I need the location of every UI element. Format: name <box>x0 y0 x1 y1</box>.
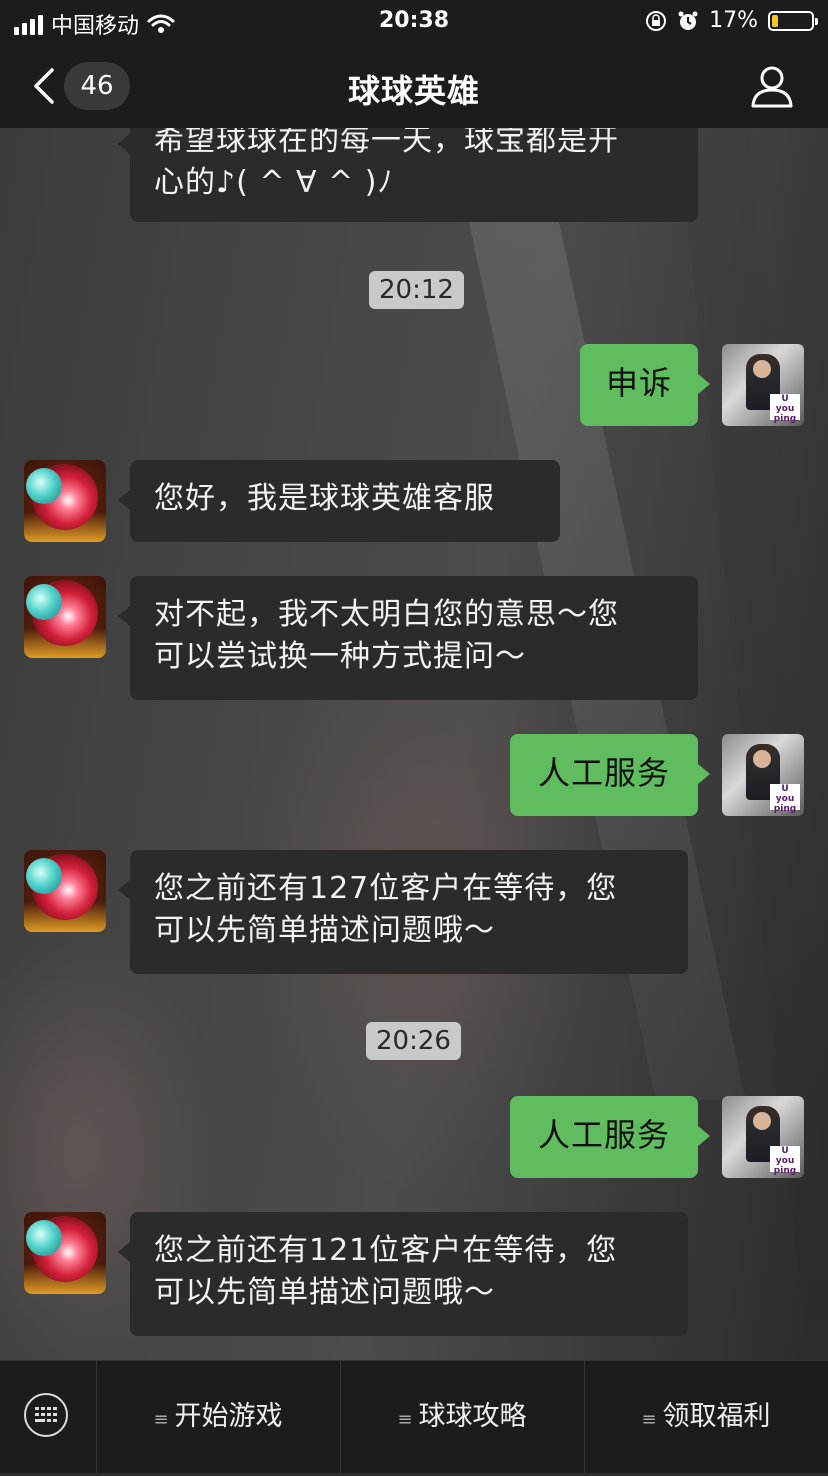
menu-item-label: 开始游戏 <box>174 1401 283 1432</box>
keyboard-toggle-button[interactable] <box>0 1361 97 1473</box>
user-avatar[interactable]: Uyou ping <box>722 734 804 816</box>
menu-lines-icon: ≡ <box>397 1409 413 1430</box>
menu-lines-icon: ≡ <box>153 1409 169 1430</box>
message-text: 人工服务 <box>537 754 670 792</box>
person-icon[interactable] <box>750 64 794 108</box>
user-avatar[interactable]: Uyou ping <box>722 1096 804 1178</box>
incoming-message[interactable]: 希望球球在的每一天，球宝都是开 心的♪( ^ ∀ ^ )ﾉ <box>118 128 698 222</box>
battery-level <box>772 14 778 27</box>
menu-item-label: 领取福利 <box>662 1401 771 1432</box>
bot-avatar[interactable] <box>24 576 106 658</box>
outgoing-message[interactable]: 人工服务 <box>510 734 710 816</box>
menu-item-strategy[interactable]: ≡ 球球攻略 <box>340 1361 585 1473</box>
incoming-message[interactable]: 您之前还有121位客户在等待，您 可以先简单描述问题哦～ <box>118 1212 688 1336</box>
message-timestamp: 20:26 <box>366 1022 461 1060</box>
menu-item-start-game[interactable]: ≡ 开始游戏 <box>96 1361 341 1473</box>
bot-avatar[interactable] <box>24 460 106 542</box>
message-text-line: 可以尝试换一种方式提问～ <box>154 639 526 674</box>
message-text: 申诉 <box>605 364 672 402</box>
message-timestamp: 20:12 <box>369 271 464 309</box>
message-text-line: 您之前还有127位客户在等待，您 <box>154 871 618 906</box>
message-text: 人工服务 <box>537 1116 670 1154</box>
battery-percent: 17% <box>709 8 758 33</box>
message-text-line: 希望球球在的每一天，球宝都是开 <box>154 128 619 158</box>
outgoing-message[interactable]: 申诉 <box>580 344 710 426</box>
alarm-icon <box>678 11 698 30</box>
message-text: 您好，我是球球英雄客服 <box>154 481 495 516</box>
message-text-line: 对不起，我不太明白您的意思～您 <box>154 597 619 632</box>
incoming-message[interactable]: 您之前还有127位客户在等待，您 可以先简单描述问题哦～ <box>118 850 688 974</box>
incoming-message[interactable]: 对不起，我不太明白您的意思～您 可以尝试换一种方式提问～ <box>118 576 698 700</box>
menu-lines-icon: ≡ <box>641 1409 657 1430</box>
user-avatar[interactable]: Uyou ping <box>722 344 804 426</box>
menu-item-label: 球球攻略 <box>418 1401 527 1432</box>
nav-bar: 46 球球英雄 <box>0 44 828 128</box>
message-text-line: 可以先简单描述问题哦～ <box>154 913 495 948</box>
menu-item-rewards[interactable]: ≡ 领取福利 <box>584 1361 828 1473</box>
orientation-lock-icon <box>646 10 667 31</box>
status-bar: 中国移动 20:38 17% <box>0 0 828 44</box>
message-text-line: 您之前还有121位客户在等待，您 <box>154 1233 618 1268</box>
battery-icon <box>768 10 818 31</box>
message-list[interactable]: 希望球球在的每一天，球宝都是开 心的♪( ^ ∀ ^ )ﾉ 20:12 申诉 U… <box>0 128 828 1360</box>
outgoing-message[interactable]: 人工服务 <box>510 1096 710 1178</box>
keyboard-icon <box>24 1393 68 1437</box>
message-text-line: 可以先简单描述问题哦～ <box>154 1275 495 1310</box>
message-text-line: 心的♪( ^ ∀ ^ )ﾉ <box>154 165 394 200</box>
bot-avatar[interactable] <box>24 850 106 932</box>
bottom-menu-bar: ≡ 开始游戏 ≡ 球球攻略 ≡ 领取福利 <box>0 1360 828 1473</box>
bot-avatar[interactable] <box>24 1212 106 1294</box>
chat-title: 球球英雄 <box>347 72 480 110</box>
incoming-message[interactable]: 您好，我是球球英雄客服 <box>118 460 560 542</box>
